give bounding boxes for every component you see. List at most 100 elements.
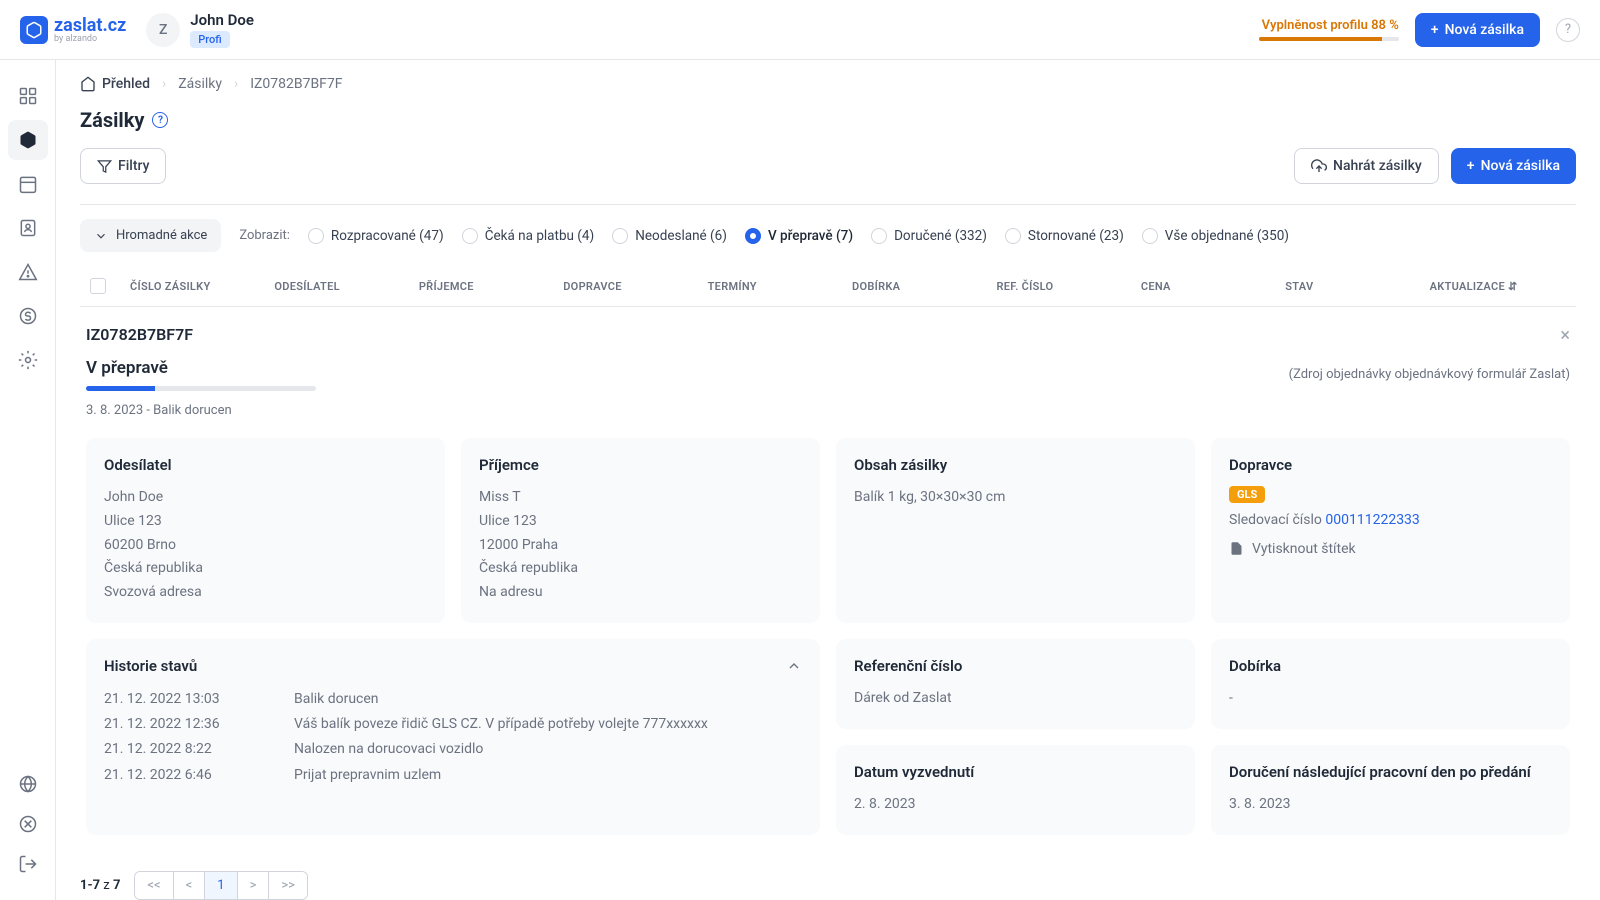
pagination: 1-7 z 7 << < 1 > >>	[80, 853, 1576, 900]
upload-button[interactable]: Nahrát zásilky	[1294, 148, 1439, 184]
filter-tab-3[interactable]: V přepravě (7)	[745, 228, 853, 244]
radio-icon	[871, 228, 887, 244]
status-date: 3. 8. 2023 - Balik dorucen	[86, 403, 1570, 418]
cloud-upload-icon	[1311, 158, 1327, 174]
sidebar-billing[interactable]	[8, 296, 48, 336]
carrier-card: Dopravce GLS Sledovací číslo 00011122233…	[1211, 438, 1570, 623]
radio-icon	[462, 228, 478, 244]
cod-card: Dobírka -	[1211, 639, 1570, 729]
column-header[interactable]: AKTUALIZACE ⇵	[1430, 280, 1566, 293]
history-row: 21. 12. 2022 12:36Váš balík poveze řidič…	[104, 712, 802, 737]
breadcrumb-current: IZ0782B7BF7F	[250, 76, 342, 92]
sidebar-dashboard[interactable]	[8, 76, 48, 116]
filter-tab-4[interactable]: Doručené (332)	[871, 228, 987, 244]
delivery-card: Doručení následující pracovní den po pře…	[1211, 745, 1570, 835]
user-badge: Profi	[190, 31, 229, 48]
bulk-actions-button[interactable]: Hromadné akce	[80, 219, 221, 252]
page-prev[interactable]: <	[174, 872, 206, 899]
help-icon[interactable]: ?	[152, 112, 168, 128]
new-shipment-button[interactable]: + Nová zásilka	[1415, 13, 1540, 47]
new-shipment-button-2[interactable]: + Nová zásilka	[1451, 148, 1576, 184]
radio-icon	[1142, 228, 1158, 244]
radio-icon	[745, 228, 761, 244]
sidebar-contacts[interactable]	[8, 208, 48, 248]
history-row: 21. 12. 2022 8:22Nalozen na dorucovaci v…	[104, 737, 802, 762]
reference-card: Referenční číslo Dárek od Zaslat	[836, 639, 1195, 729]
recipient-card: Příjemce Miss T Ulice 123 12000 Praha Če…	[461, 438, 820, 623]
user-block[interactable]: Z John Doe Profi	[146, 11, 254, 48]
history-card: Historie stavů 21. 12. 2022 13:03Balik d…	[86, 639, 820, 835]
profile-completeness[interactable]: Vyplněnost profilu 88 %	[1259, 18, 1399, 41]
carrier-badge: GLS	[1229, 486, 1265, 503]
sidebar-settings[interactable]	[8, 340, 48, 380]
column-header[interactable]: TERMÍNY	[708, 280, 844, 293]
page-first[interactable]: <<	[135, 872, 173, 899]
sidebar	[0, 60, 56, 900]
chevron-down-icon	[94, 229, 108, 243]
sidebar-calendar[interactable]	[8, 164, 48, 204]
sidebar-close[interactable]	[8, 804, 48, 844]
column-header[interactable]: DOPRAVCE	[563, 280, 699, 293]
sidebar-globe[interactable]	[8, 764, 48, 804]
status-title: V přepravě	[86, 358, 316, 378]
column-header[interactable]: DOBÍRKA	[852, 280, 988, 293]
user-name: John Doe	[190, 11, 254, 29]
filter-tab-6[interactable]: Vše objednané (350)	[1142, 228, 1289, 244]
show-label: Zobrazit:	[239, 228, 290, 243]
plus-icon: +	[1431, 22, 1439, 38]
tracking-link[interactable]: 000111222333	[1325, 512, 1419, 528]
detail-id: IZ0782B7BF7F	[86, 325, 193, 344]
column-header[interactable]: CENA	[1141, 280, 1277, 293]
help-icon[interactable]: ?	[1556, 18, 1580, 42]
status-source: (Zdroj objednávky objednávkový formulář …	[1289, 367, 1570, 382]
column-header[interactable]: ODESÍLATEL	[274, 280, 410, 293]
document-icon	[1229, 541, 1244, 556]
logo-text: zaslat.cz	[54, 15, 126, 36]
filter-tab-2[interactable]: Neodeslané (6)	[612, 228, 727, 244]
contents-card: Obsah zásilky Balík 1 kg, 30×30×30 cm	[836, 438, 1195, 623]
print-label-button[interactable]: Vytisknout štítek	[1229, 541, 1552, 557]
select-all-checkbox[interactable]	[90, 278, 106, 294]
radio-icon	[1005, 228, 1021, 244]
page-info: 1-7 z 7	[80, 878, 120, 893]
close-icon[interactable]: ×	[1560, 325, 1570, 346]
filter-icon	[97, 159, 112, 174]
radio-icon	[308, 228, 324, 244]
chevron-right-icon: ›	[234, 76, 238, 92]
sidebar-warning[interactable]	[8, 252, 48, 292]
radio-icon	[612, 228, 628, 244]
box-icon	[20, 16, 48, 44]
avatar: Z	[146, 13, 180, 47]
history-row: 21. 12. 2022 13:03Balik dorucen	[104, 687, 802, 712]
breadcrumb-section[interactable]: Zásilky	[178, 76, 222, 92]
table-header: ČÍSLO ZÁSILKY ODESÍLATEL PŘÍJEMCE DOPRAVCE T…	[80, 266, 1576, 307]
page-last[interactable]: >>	[269, 872, 307, 899]
page-current[interactable]: 1	[205, 872, 237, 899]
breadcrumb: Přehled › Zásilky › IZ0782B7BF7F	[80, 60, 1576, 108]
sender-card: Odesílatel John Doe Ulice 123 60200 Brno…	[86, 438, 445, 623]
sidebar-shipments[interactable]	[8, 120, 48, 160]
sidebar-logout[interactable]	[8, 844, 48, 884]
column-header[interactable]: ČÍSLO ZÁSILKY	[130, 280, 266, 293]
logo[interactable]: zaslat.cz by alzando	[20, 15, 126, 44]
filters-button[interactable]: Filtry	[80, 148, 166, 184]
status-progress	[86, 386, 316, 391]
column-header[interactable]: STAV	[1285, 280, 1421, 293]
page-next[interactable]: >	[238, 872, 270, 899]
chevron-right-icon: ›	[162, 76, 166, 92]
pickup-card: Datum vyzvednutí 2. 8. 2023	[836, 745, 1195, 835]
filter-tab-0[interactable]: Rozpracované (47)	[308, 228, 444, 244]
breadcrumb-home[interactable]: Přehled	[80, 76, 150, 92]
column-header[interactable]: PŘÍJEMCE	[419, 280, 555, 293]
history-row: 21. 12. 2022 6:46Prijat prepravnim uzlem	[104, 763, 802, 788]
shipment-detail: IZ0782B7BF7F × V přepravě (Zdroj objedná…	[80, 307, 1576, 853]
chevron-up-icon[interactable]	[786, 658, 802, 674]
main-content: Přehled › Zásilky › IZ0782B7BF7F Zásilky…	[56, 60, 1600, 900]
filter-tab-5[interactable]: Stornované (23)	[1005, 228, 1124, 244]
filter-tabs: Hromadné akce Zobrazit: Rozpracované (47…	[80, 205, 1576, 266]
column-header[interactable]: REF. ČÍSLO	[996, 280, 1132, 293]
top-header: zaslat.cz by alzando Z John Doe Profi Vy…	[0, 0, 1600, 60]
page-title: Zásilky ?	[80, 108, 168, 132]
plus-icon: +	[1467, 158, 1475, 174]
filter-tab-1[interactable]: Čeká na platbu (4)	[462, 228, 595, 244]
